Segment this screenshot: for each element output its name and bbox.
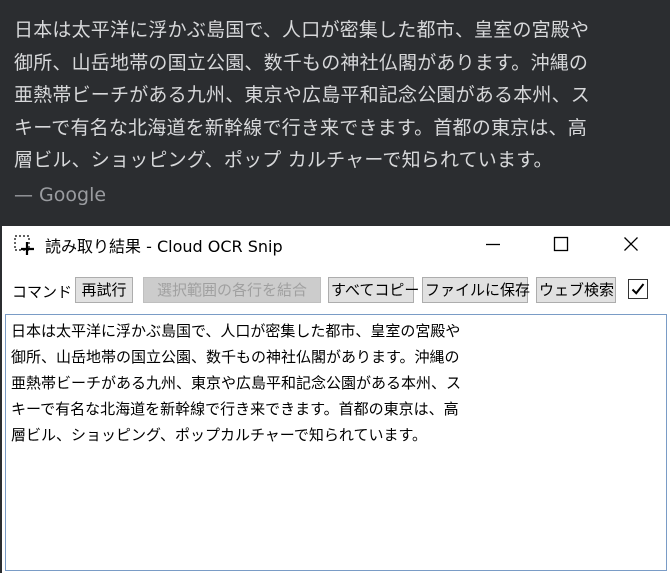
background-paragraph: 日本は太平洋に浮かぶ島国で、人口が密集した都市、皇室の宮殿や 御所、山岳地帯の国… — [14, 14, 659, 177]
web-search-button[interactable]: ウェブ検索 — [536, 277, 616, 303]
maximize-icon — [553, 236, 569, 256]
background-line: 日本は太平洋に浮かぶ島国で、人口が密集した都市、皇室の宮殿や — [14, 19, 590, 41]
option-checkbox[interactable] — [628, 279, 648, 299]
title-bar[interactable]: 読み取り結果 - Cloud OCR Snip — [2, 226, 670, 268]
background-line: キーで有名な北海道を新幹線で行き来できます。首都の東京は、高 — [14, 116, 587, 139]
background-line: 層ビル、ショッピング、ポップ カルチャーで知られています。 — [14, 149, 553, 171]
ocr-result-textbox[interactable]: 日本は太平洋に浮かぶ島国で、人口が密集した都市、皇室の宮殿や 御所、山岳地帯の国… — [5, 314, 667, 571]
retry-button[interactable]: 再試行 — [75, 277, 133, 303]
check-icon — [631, 283, 645, 295]
window-title: 読み取り結果 - Cloud OCR Snip — [45, 237, 283, 256]
background-line: 亜熱帯ビーチがある九州、東京や広島平和記念公園がある本州、ス — [14, 84, 591, 106]
minimize-icon — [485, 236, 501, 256]
close-button[interactable] — [608, 226, 654, 266]
result-line: 層ビル、ショッピング、ポップカルチャーで知られています。 — [11, 426, 427, 444]
result-line: キーで有名な北海道を新幹線で行き来できます。首都の東京は、高 — [11, 400, 459, 418]
command-toolbar: コマンド 再試行 選択範囲の各行を結合 すべてコピー ファイルに保存 ウェブ検索 — [2, 274, 670, 308]
minimize-button[interactable] — [470, 226, 516, 266]
copy-all-button[interactable]: すべてコピー — [328, 277, 419, 303]
result-line: 御所、山岳地帯の国立公園、数千もの神社仏閣があります。沖縄の — [11, 348, 460, 366]
result-line: 亜熱帯ビーチがある九州、東京や広島平和記念公園がある本州、ス — [11, 374, 462, 392]
join-lines-button[interactable]: 選択範囲の各行を結合 — [143, 277, 321, 303]
background-line: 御所、山岳地帯の国立公園、数千もの神社仏閣があります。沖縄の — [14, 51, 589, 74]
ocr-result-window: 読み取り結果 - Cloud OCR Snip コマンド 再試行 選択範囲の各行… — [2, 226, 670, 573]
crop-selection-icon — [13, 234, 35, 256]
close-icon — [623, 236, 639, 256]
maximize-button[interactable] — [538, 226, 584, 266]
background-source: — Google — [14, 184, 107, 206]
result-line: 日本は太平洋に浮かぶ島国で、人口が密集した都市、皇室の宮殿や — [11, 322, 461, 340]
save-file-button[interactable]: ファイルに保存 — [422, 277, 530, 303]
command-label: コマンド — [12, 283, 73, 301]
